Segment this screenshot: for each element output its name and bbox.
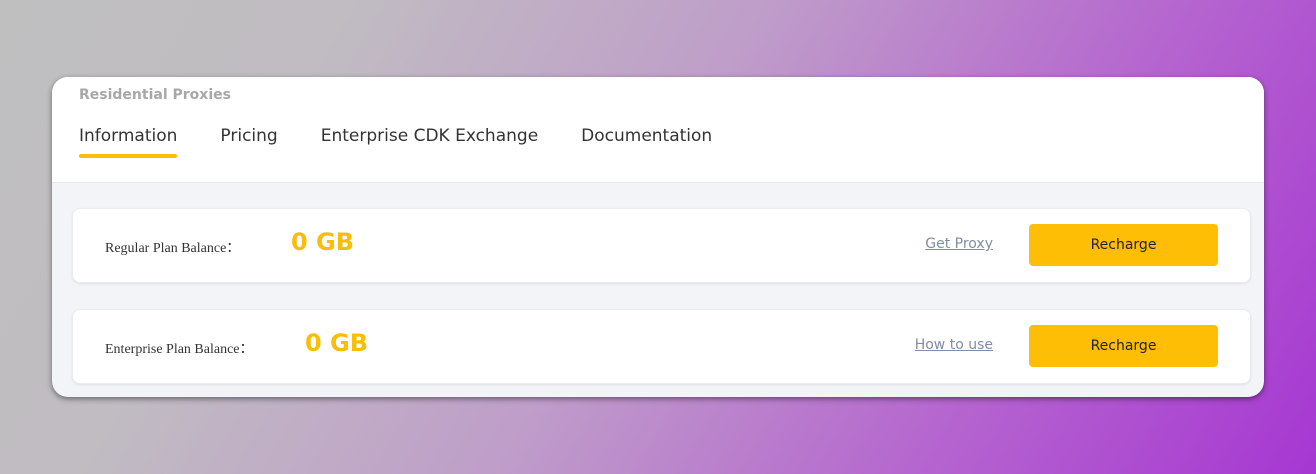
enterprise-plan-balance-value: 0 GB: [305, 329, 369, 357]
regular-recharge-button[interactable]: Recharge: [1029, 224, 1218, 266]
tab-enterprise-cdk-exchange[interactable]: Enterprise CDK Exchange: [321, 126, 538, 158]
enterprise-recharge-button[interactable]: Recharge: [1029, 325, 1218, 367]
tab-information[interactable]: Information: [79, 126, 178, 158]
how-to-use-link[interactable]: How to use: [915, 337, 993, 353]
tab-bar: Information Pricing Enterprise CDK Excha…: [79, 126, 755, 158]
enterprise-plan-balance-row: Enterprise Plan Balance： 0 GB How to use…: [72, 309, 1251, 384]
tab-pricing[interactable]: Pricing: [220, 126, 277, 158]
tab-documentation[interactable]: Documentation: [581, 126, 712, 158]
section-title: Residential Proxies: [79, 87, 231, 103]
card-header: Residential Proxies Information Pricing …: [52, 77, 1264, 183]
get-proxy-link[interactable]: Get Proxy: [925, 236, 993, 252]
regular-plan-balance-label: Regular Plan Balance：: [105, 241, 241, 256]
regular-plan-balance-value: 0 GB: [291, 228, 355, 256]
regular-plan-balance-row: Regular Plan Balance： 0 GB Get Proxy Rec…: [72, 208, 1251, 283]
enterprise-plan-balance-label: Enterprise Plan Balance：: [105, 342, 254, 357]
residential-proxies-card: Residential Proxies Information Pricing …: [52, 77, 1264, 397]
